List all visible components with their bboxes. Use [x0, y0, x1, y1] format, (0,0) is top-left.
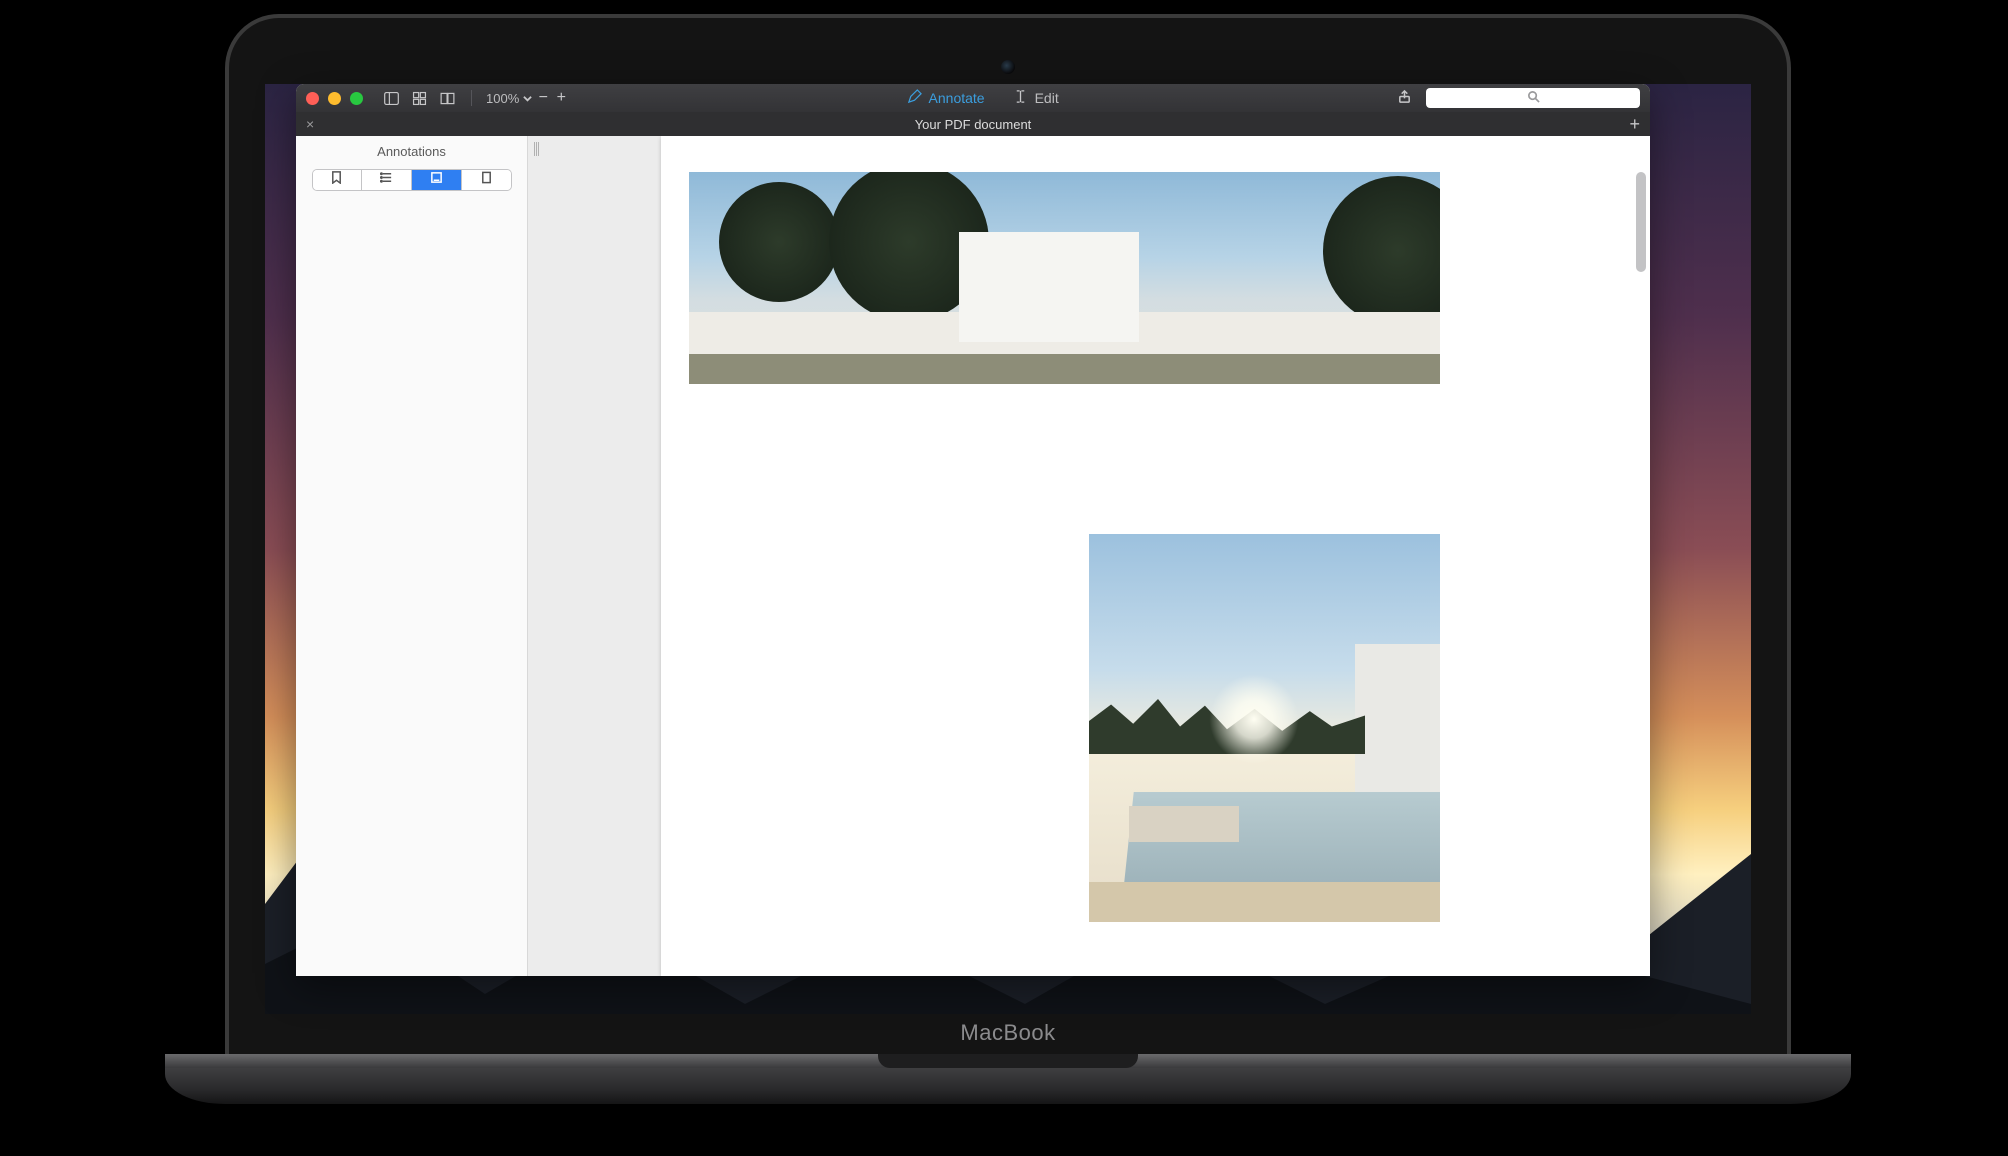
edit-button[interactable]: Edit [1013, 89, 1059, 107]
macbook-label: MacBook [960, 1020, 1055, 1046]
zoom-out-button[interactable]: − [536, 90, 550, 106]
edit-label: Edit [1035, 90, 1059, 106]
zoom-control: 100% − + [486, 90, 568, 106]
sidebar-toggle-icon[interactable] [381, 88, 401, 108]
dual-page-icon[interactable] [437, 88, 457, 108]
window-controls [306, 92, 363, 105]
search-icon [1527, 90, 1540, 106]
close-window-button[interactable] [306, 92, 319, 105]
text-cursor-icon [1013, 89, 1028, 107]
toolbar: 100% − + Annotate Edit [296, 84, 1650, 112]
macbook-base: MacBook [165, 1054, 1851, 1104]
camera-dot [1001, 60, 1015, 74]
maximize-window-button[interactable] [350, 92, 363, 105]
sidebar: Annotations [296, 136, 528, 976]
document-viewport[interactable] [528, 136, 1650, 976]
search-input[interactable] [1426, 88, 1640, 108]
pen-icon [907, 89, 922, 107]
page-image-bottom [1089, 534, 1485, 922]
tab-bar: × Your PDF document + [296, 112, 1650, 136]
highlight-icon [430, 171, 443, 189]
toolbar-separator [471, 90, 472, 106]
zoom-level-label[interactable]: 100% [486, 91, 519, 106]
page-image-top [689, 172, 1513, 384]
share-icon[interactable] [1397, 89, 1412, 107]
tab-close-button[interactable]: × [306, 116, 314, 132]
chevron-down-icon[interactable] [523, 91, 532, 106]
zoom-in-button[interactable]: + [554, 90, 568, 106]
grid-icon[interactable] [409, 88, 429, 108]
sidebar-title: Annotations [377, 144, 446, 159]
tab-add-button[interactable]: + [1629, 115, 1640, 133]
annotate-button[interactable]: Annotate [907, 89, 985, 107]
minimize-window-button[interactable] [328, 92, 341, 105]
annotations-segment[interactable] [412, 170, 462, 190]
document-page [661, 136, 1541, 976]
macbook-notch [878, 1054, 1138, 1068]
pane-resize-handle[interactable] [534, 142, 539, 156]
content-area: Annotations [296, 136, 1650, 976]
thumbnails-segment[interactable] [462, 170, 511, 190]
bookmark-icon [330, 171, 343, 189]
tab-title[interactable]: Your PDF document [296, 117, 1650, 132]
vertical-scrollbar[interactable] [1636, 172, 1646, 272]
annotate-label: Annotate [929, 90, 985, 106]
sidebar-segment-control [312, 169, 512, 191]
app-window: 100% − + Annotate Edit [296, 84, 1650, 976]
page-icon [480, 171, 493, 189]
bookmarks-segment[interactable] [313, 170, 363, 190]
outline-segment[interactable] [362, 170, 412, 190]
list-icon [380, 171, 393, 189]
document-right-gutter [1440, 136, 1650, 976]
